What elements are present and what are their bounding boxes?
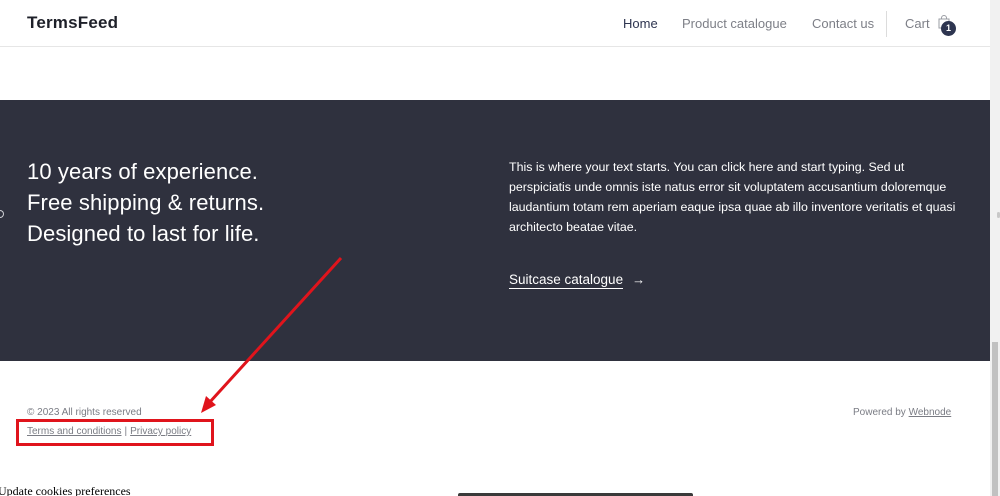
headline-line-2: Free shipping & returns. (27, 190, 265, 215)
site-header: TermsFeed Home Product catalogue Contact… (0, 0, 990, 47)
nav-home[interactable]: Home (623, 16, 658, 31)
nav-product-catalogue[interactable]: Product catalogue (682, 16, 787, 31)
cta-label: Suitcase catalogue (509, 272, 624, 289)
annotation-highlight-box (16, 419, 214, 446)
suitcase-catalogue-link[interactable]: Suitcase catalogue → (509, 272, 646, 289)
powered-by-label: Powered by (853, 407, 906, 418)
update-cookies-preferences-link[interactable]: Update cookies preferences (0, 484, 131, 496)
webnode-link[interactable]: Webnode (909, 407, 952, 418)
cart-link[interactable]: Cart (905, 16, 930, 31)
copyright-text: © 2023 All rights reserved (27, 407, 142, 418)
hero-body-text: This is where your text starts. You can … (509, 160, 956, 234)
arrow-right-icon: → (632, 272, 646, 287)
headline-line-1: 10 years of experience. (27, 159, 258, 184)
powered-by: Powered by Webnode (853, 407, 951, 418)
nav-contact-us[interactable]: Contact us (812, 16, 874, 31)
headline-line-3: Designed to last for life. (27, 221, 260, 246)
nav-divider (886, 11, 887, 37)
site-logo[interactable]: TermsFeed (27, 13, 118, 33)
scrollbar-thumb[interactable] (992, 342, 998, 496)
cart-count-badge: 1 (941, 21, 956, 36)
